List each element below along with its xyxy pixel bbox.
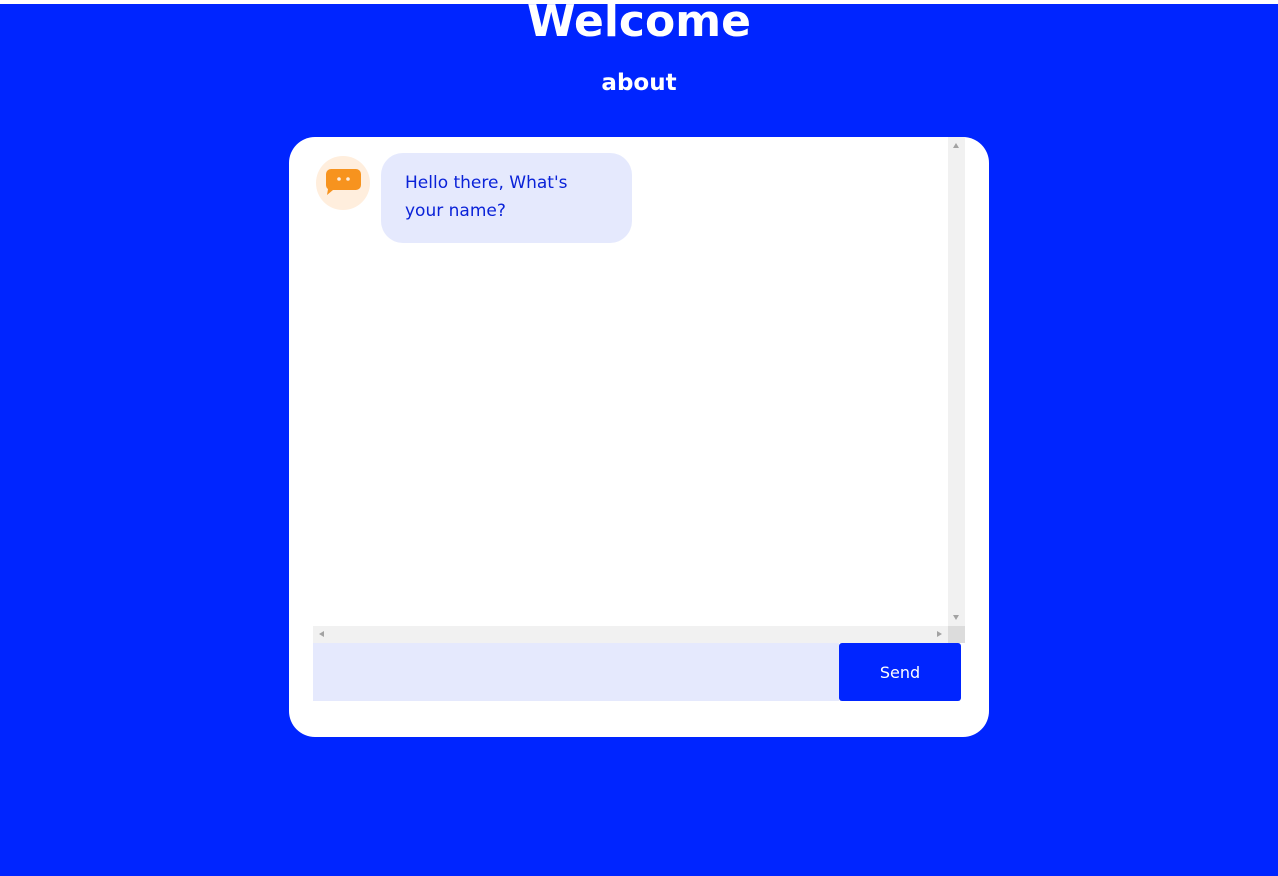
bot-avatar bbox=[316, 156, 370, 210]
scrollbar-corner bbox=[948, 626, 965, 643]
about-link[interactable]: about bbox=[601, 70, 676, 96]
scroll-right-arrow-icon[interactable] bbox=[937, 631, 942, 637]
chat-area: Hello there, What's your name? bbox=[313, 137, 965, 643]
scroll-down-arrow-icon[interactable] bbox=[953, 615, 959, 620]
message-list: Hello there, What's your name? bbox=[313, 137, 948, 626]
chat-bubble-icon bbox=[326, 169, 361, 195]
send-button[interactable]: Send bbox=[839, 643, 961, 701]
message-input[interactable] bbox=[313, 643, 839, 701]
scroll-up-arrow-icon[interactable] bbox=[953, 143, 959, 148]
vertical-scrollbar[interactable] bbox=[948, 137, 965, 626]
chat-card: Hello there, What's your name? Send bbox=[289, 137, 989, 737]
bot-message-bubble: Hello there, What's your name? bbox=[381, 153, 632, 243]
horizontal-scrollbar[interactable] bbox=[313, 626, 948, 643]
about-link-container: about bbox=[0, 68, 1278, 98]
page-title: Welcome bbox=[527, 0, 751, 47]
scroll-left-arrow-icon[interactable] bbox=[319, 631, 324, 637]
